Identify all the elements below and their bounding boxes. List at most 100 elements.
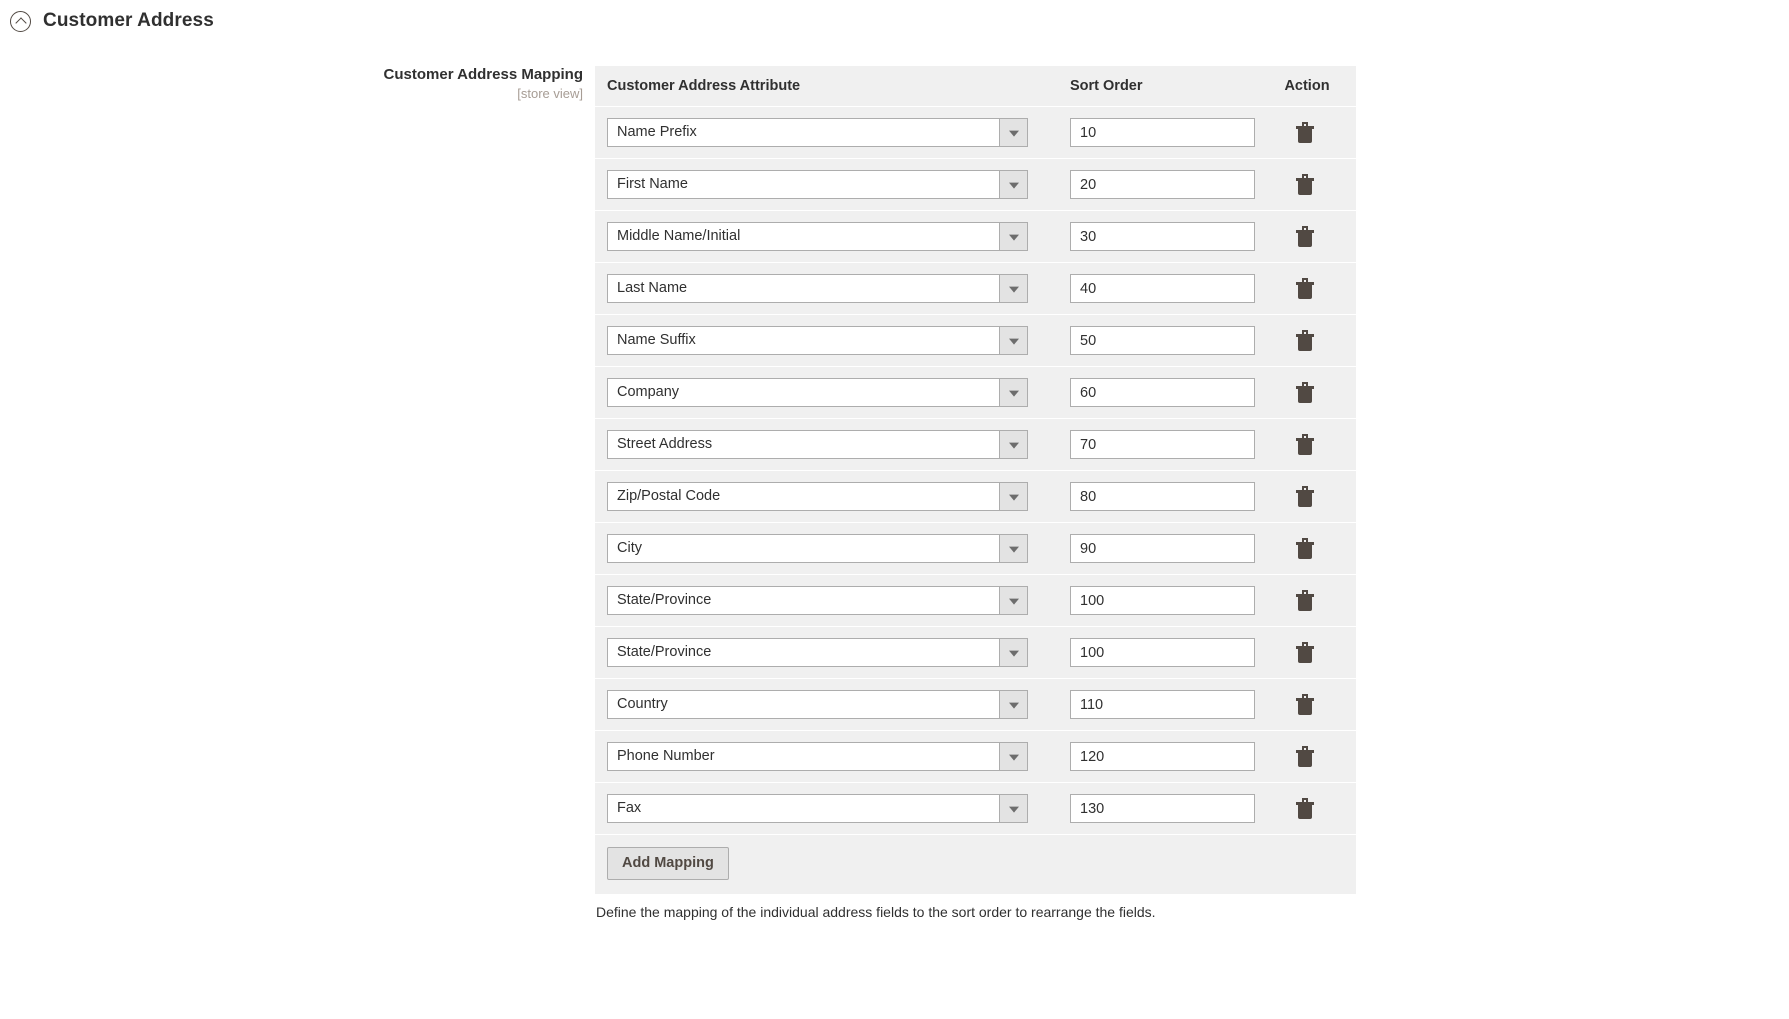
chevron-up-circle-icon[interactable] [10,10,31,32]
sort-order-input[interactable] [1070,378,1255,407]
table-row: Last Name [595,262,1356,315]
cell-sort-order [1058,678,1258,731]
sort-order-input[interactable] [1070,482,1255,511]
sort-order-input[interactable] [1070,638,1255,667]
attribute-select[interactable]: Last Name [607,274,1028,303]
table-row: Street Address [595,418,1356,471]
trash-icon[interactable] [1294,588,1320,614]
cell-action [1258,158,1356,211]
section-header[interactable]: Customer Address [0,0,214,32]
cell-sort-order [1058,574,1258,627]
cell-sort-order [1058,782,1258,835]
cell-sort-order [1058,522,1258,575]
table-body: Name Prefix First Name Middle Name/Initial… [595,106,1356,835]
chevron-down-icon[interactable] [999,535,1027,562]
trash-icon[interactable] [1294,276,1320,302]
trash-icon[interactable] [1294,432,1320,458]
attribute-select-value: Country [617,696,668,712]
cell-attribute: Middle Name/Initial [595,210,1058,263]
attribute-select[interactable]: Zip/Postal Code [607,482,1028,511]
cell-action [1258,730,1356,783]
chevron-down-icon[interactable] [999,327,1027,354]
attribute-select[interactable]: State/Province [607,638,1028,667]
attribute-select[interactable]: Name Suffix [607,326,1028,355]
trash-icon[interactable] [1294,796,1320,822]
sort-order-input[interactable] [1070,586,1255,615]
trash-icon[interactable] [1294,640,1320,666]
trash-icon[interactable] [1294,484,1320,510]
sort-order-input[interactable] [1070,274,1255,303]
sort-order-input[interactable] [1070,794,1255,823]
chevron-down-icon[interactable] [999,795,1027,822]
add-mapping-button[interactable]: Add Mapping [607,847,729,881]
attribute-select-value: Fax [617,800,642,816]
chevron-down-icon[interactable] [999,743,1027,770]
attribute-select[interactable]: Company [607,378,1028,407]
attribute-select[interactable]: Phone Number [607,742,1028,771]
cell-attribute: Last Name [595,262,1058,315]
chevron-down-icon[interactable] [999,171,1027,198]
cell-action [1258,470,1356,523]
trash-icon[interactable] [1294,380,1320,406]
cell-attribute: Fax [595,782,1058,835]
chevron-down-icon[interactable] [999,119,1027,146]
trash-icon[interactable] [1294,744,1320,770]
attribute-select-value: Phone Number [617,748,715,764]
trash-icon[interactable] [1294,172,1320,198]
attribute-select-value: City [617,540,642,556]
column-header-action: Action [1258,66,1356,107]
cell-attribute: Name Prefix [595,106,1058,159]
attribute-select[interactable]: Country [607,690,1028,719]
cell-action [1258,574,1356,627]
field-label-column: Customer Address Mapping [store view] [0,66,583,103]
sort-order-input[interactable] [1070,534,1255,563]
attribute-select-value: Name Prefix [617,124,697,140]
attribute-select-value: Zip/Postal Code [617,488,721,504]
sort-order-input[interactable] [1070,118,1255,147]
sort-order-input[interactable] [1070,690,1255,719]
cell-sort-order [1058,366,1258,419]
sort-order-input[interactable] [1070,326,1255,355]
add-mapping-cell: Add Mapping [595,834,1356,895]
chevron-down-icon[interactable] [999,639,1027,666]
chevron-down-icon[interactable] [999,275,1027,302]
cell-action [1258,626,1356,679]
cell-attribute: Phone Number [595,730,1058,783]
cell-attribute: Street Address [595,418,1058,471]
sort-order-input[interactable] [1070,222,1255,251]
chevron-down-icon[interactable] [999,431,1027,458]
sort-order-input[interactable] [1070,170,1255,199]
attribute-select[interactable]: Middle Name/Initial [607,222,1028,251]
attribute-select[interactable]: Fax [607,794,1028,823]
table-row: Company [595,366,1356,419]
cell-action [1258,366,1356,419]
chevron-down-icon[interactable] [999,691,1027,718]
trash-icon[interactable] [1294,692,1320,718]
trash-icon[interactable] [1294,536,1320,562]
attribute-select[interactable]: City [607,534,1028,563]
add-mapping-row: Add Mapping [595,834,1356,895]
sort-order-input[interactable] [1070,430,1255,459]
trash-icon[interactable] [1294,224,1320,250]
attribute-select[interactable]: Street Address [607,430,1028,459]
chevron-down-icon[interactable] [999,223,1027,250]
sort-order-input[interactable] [1070,742,1255,771]
attribute-select[interactable]: First Name [607,170,1028,199]
cell-sort-order [1058,626,1258,679]
attribute-select[interactable]: State/Province [607,586,1028,615]
attribute-select-value: Name Suffix [617,332,696,348]
table-row: Zip/Postal Code [595,470,1356,523]
trash-icon[interactable] [1294,328,1320,354]
chevron-down-icon[interactable] [999,379,1027,406]
field-note: Define the mapping of the individual add… [596,904,1156,921]
cell-sort-order [1058,262,1258,315]
trash-icon[interactable] [1294,120,1320,146]
attribute-select-value: Last Name [617,280,688,296]
cell-attribute: City [595,522,1058,575]
chevron-down-icon[interactable] [999,587,1027,614]
cell-attribute: Zip/Postal Code [595,470,1058,523]
attribute-select[interactable]: Name Prefix [607,118,1028,147]
cell-action [1258,314,1356,367]
chevron-down-icon[interactable] [999,483,1027,510]
cell-action [1258,522,1356,575]
